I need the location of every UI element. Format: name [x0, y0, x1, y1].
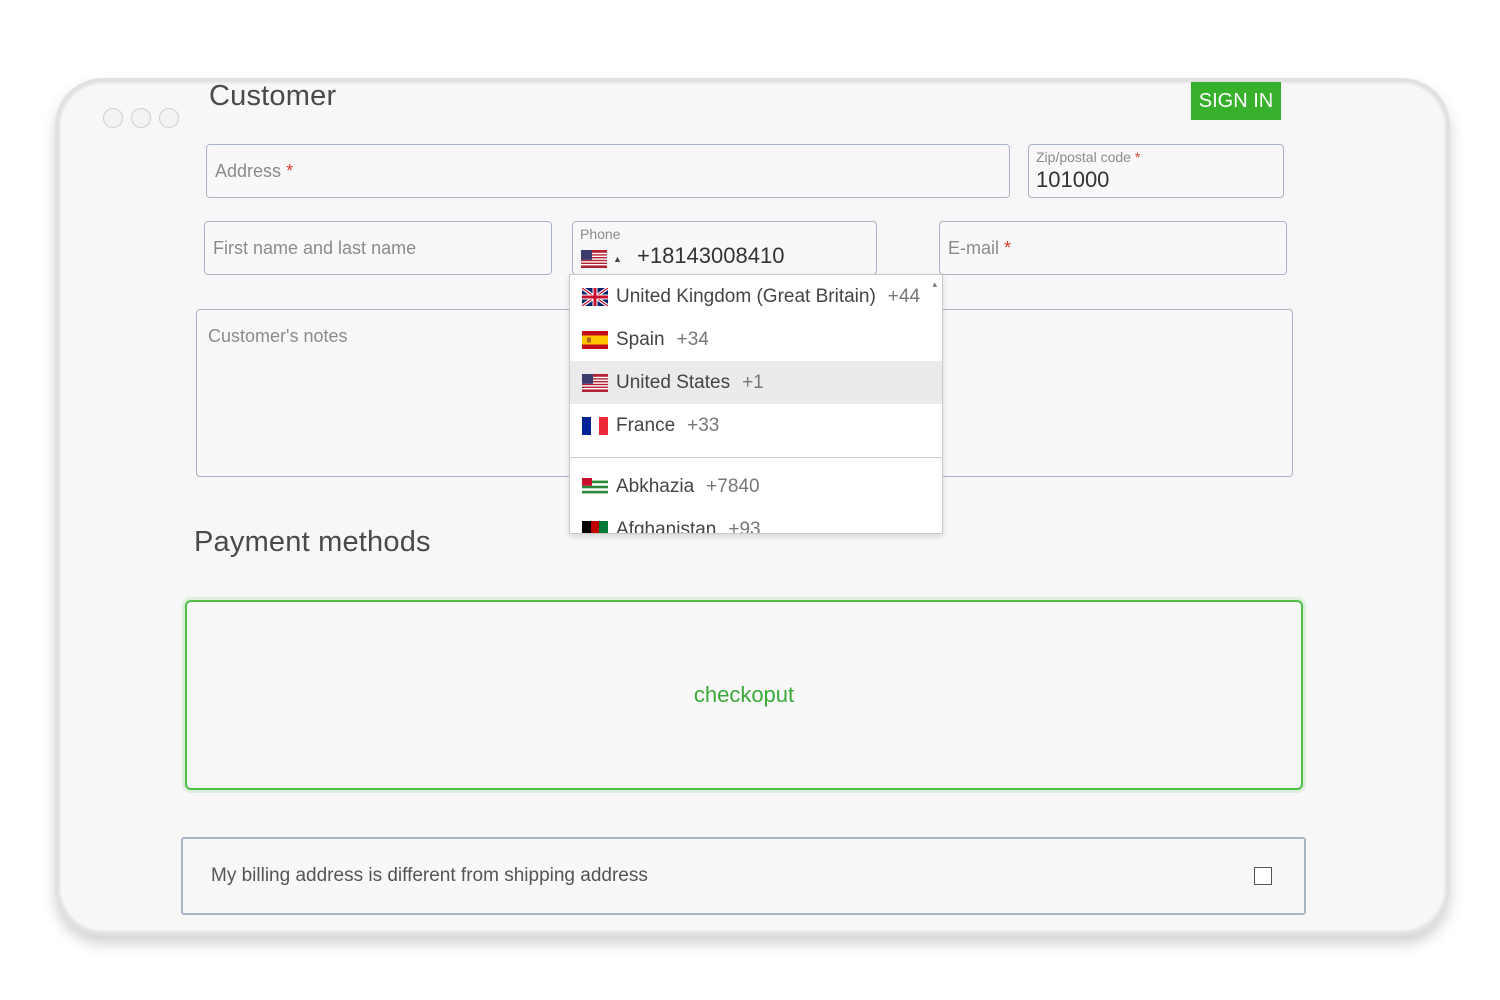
country-option[interactable]: Spain +34 [570, 318, 942, 361]
zip-label: Zip/postal code * [1036, 149, 1141, 165]
billing-address-toggle[interactable]: My billing address is different from shi… [181, 837, 1306, 915]
country-option[interactable]: Afghanistan +93 [570, 508, 942, 533]
gb-flag-icon [582, 287, 608, 306]
country-option[interactable]: United Kingdom (Great Britain) +44 [570, 275, 942, 318]
phone-field[interactable]: Phone ▲ +18143008410 [572, 221, 877, 275]
us-flag-icon [581, 250, 607, 268]
fr-flag-icon [582, 416, 608, 435]
email-placeholder: E-mail * [948, 238, 1012, 258]
sign-in-button[interactable]: SIGN IN [1191, 82, 1281, 120]
address-placeholder: Address * [215, 161, 294, 181]
full-name-placeholder: First name and last name [213, 238, 417, 258]
zip-value: 101000 [1036, 167, 1110, 192]
window-maximize-dot[interactable] [159, 108, 179, 128]
payment-method-label: checkoput [693, 682, 795, 707]
phone-label: Phone [580, 226, 621, 242]
window-close-dot[interactable] [103, 108, 123, 128]
country-option[interactable]: Abkhazia +7840 [570, 465, 942, 508]
es-flag-icon [582, 330, 608, 349]
window-controls [103, 108, 179, 128]
window-minimize-dot[interactable] [131, 108, 151, 128]
country-option-highlighted[interactable]: United States +1 [570, 361, 942, 404]
country-code-selector[interactable]: ▲ [581, 246, 631, 272]
customer-section-title: Customer [209, 80, 337, 112]
email-field[interactable]: E-mail * [939, 221, 1287, 275]
us-flag-icon [582, 373, 608, 392]
billing-address-checkbox[interactable] [1254, 867, 1272, 885]
country-option[interactable]: France +33 [570, 404, 942, 447]
zip-field[interactable]: Zip/postal code * 101000 [1028, 144, 1284, 198]
country-dropdown[interactable]: ▴ United Kingdom (Great Britain) +44 Spa… [569, 274, 943, 534]
phone-value: +18143008410 [637, 243, 785, 268]
abkhazia-flag-icon [582, 477, 608, 496]
billing-address-label: My billing address is different from shi… [211, 865, 648, 886]
full-name-field[interactable]: First name and last name [204, 221, 552, 275]
dropdown-divider [570, 457, 942, 458]
device-frame: Customer SIGN IN Address * Zip/postal co… [55, 78, 1450, 936]
notes-placeholder: Customer's notes [208, 326, 348, 346]
af-flag-icon [582, 520, 608, 533]
address-field[interactable]: Address * [206, 144, 1010, 198]
payment-methods-title: Payment methods [194, 526, 431, 558]
caret-up-icon: ▲ [613, 254, 622, 264]
payment-method-option[interactable]: checkoput [185, 600, 1303, 790]
